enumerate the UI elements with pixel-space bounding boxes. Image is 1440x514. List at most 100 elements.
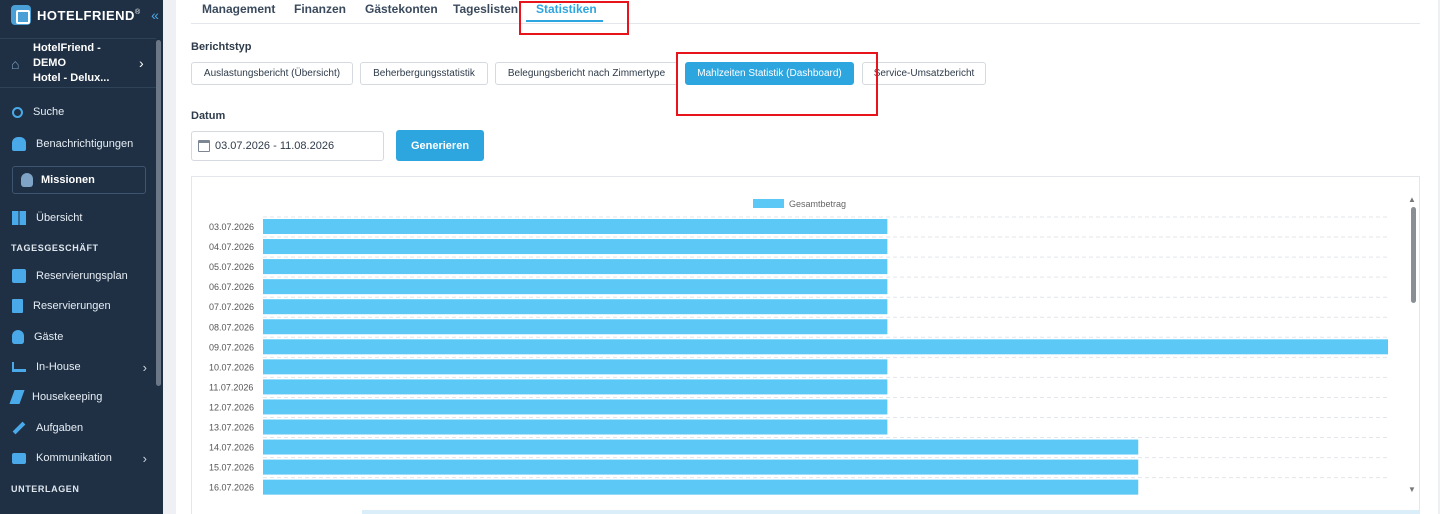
sidebar-item-label: Benachrichtigungen: [36, 138, 134, 150]
sidebar-item-label: Aufgaben: [36, 422, 84, 434]
category-label: 13.07.2026: [209, 423, 254, 433]
legend-swatch: [753, 199, 784, 208]
bar: [263, 299, 888, 315]
hotel-name-line2: Hotel - Delux...: [33, 71, 110, 84]
tab-bar: Management Finanzen Gästekonten Tageslis…: [191, 0, 1420, 24]
sidebar-item-reservierungsplan[interactable]: Reservierungsplan: [0, 264, 156, 288]
cart-icon: [12, 362, 26, 372]
date-range-value: 03.07.2026 - 11.08.2026: [215, 140, 335, 152]
category-label: 04.07.2026: [209, 242, 254, 252]
sidebar-item-gaeste[interactable]: Gäste: [0, 325, 156, 349]
brand-name: HOTELFRIEND: [37, 7, 135, 23]
sidebar-item-housekeeping[interactable]: Housekeeping: [0, 385, 156, 409]
user-icon: [12, 330, 24, 344]
report-option-beherbergungsstatistik[interactable]: Beherbergungsstatistik: [360, 62, 488, 85]
sidebar-item-label: Übersicht: [36, 212, 83, 224]
sidebar-item-reservierungen[interactable]: Reservierungen: [0, 294, 156, 318]
chevron-right-icon: ›: [139, 55, 144, 71]
sidebar-item-aufgaben[interactable]: Aufgaben: [0, 416, 156, 440]
hotelfriend-logo-icon: [11, 5, 31, 25]
bar: [263, 339, 1388, 355]
sidebar-scrollbar[interactable]: [156, 40, 161, 386]
dashboard-icon: [12, 211, 26, 225]
category-label: 09.07.2026: [209, 342, 254, 352]
horizontal-scrollbar[interactable]: [362, 510, 1420, 514]
tab-finanzen[interactable]: Finanzen: [294, 2, 346, 16]
section-tagesgeschaeft: TAGESGESCHÄFT: [11, 243, 99, 253]
wrench-icon: [12, 421, 26, 435]
search-icon: [12, 106, 23, 118]
category-label: 14.07.2026: [209, 443, 254, 453]
tab-tageslisten[interactable]: Tageslisten: [453, 2, 518, 16]
section-unterlagen: UNTERLAGEN: [11, 484, 80, 494]
calendar-icon: [12, 269, 26, 283]
calendar-icon: [198, 140, 210, 152]
bar: [263, 419, 888, 435]
chart-scrollbar-thumb[interactable]: [1411, 207, 1416, 303]
report-option-belegungsbericht[interactable]: Belegungsbericht nach Zimmertype: [495, 62, 678, 85]
bar: [263, 379, 888, 395]
date-range-input[interactable]: 03.07.2026 - 11.08.2026: [191, 131, 384, 161]
category-label: 08.07.2026: [209, 322, 254, 332]
tab-gaestekonten[interactable]: Gästekonten: [365, 2, 438, 16]
category-label: 11.07.2026: [209, 382, 253, 392]
bar: [263, 399, 888, 415]
scroll-down-icon[interactable]: ▼: [1408, 485, 1416, 494]
bar: [263, 239, 888, 255]
tab-management[interactable]: Management: [202, 2, 275, 16]
report-option-auslastungsbericht[interactable]: Auslastungsbericht (Übersicht): [191, 62, 353, 85]
sidebar-item-suche[interactable]: Suche: [0, 100, 156, 124]
sidebar-item-in-house[interactable]: In-House ›: [0, 355, 156, 379]
highlight-box: [519, 1, 629, 35]
brand[interactable]: HOTELFRIEND ® «: [0, 0, 163, 30]
chart-container: Gesamtbetrag 03.07.2026 04.07.2026 05.07.20…: [191, 176, 1420, 514]
category-label: 03.07.2026: [209, 222, 254, 232]
sidebar-item-kommunikation[interactable]: Kommunikation ›: [0, 446, 156, 470]
sidebar: HOTELFRIEND ® « ⌂ HotelFriend - DEMO Hote…: [0, 0, 163, 514]
category-label: 06.07.2026: [209, 282, 254, 292]
report-option-service-umsatzbericht[interactable]: Service-Umsatzbericht: [862, 62, 986, 85]
award-icon: [21, 173, 33, 187]
bar: [263, 259, 888, 275]
chat-icon: [12, 452, 26, 464]
bar: [263, 319, 888, 335]
bar: [263, 359, 888, 375]
bar: [263, 279, 888, 295]
legend-label: Gesamtbetrag: [789, 199, 846, 209]
berichtstyp-label: Berichtstyp: [191, 41, 252, 53]
broom-icon: [9, 390, 25, 404]
sidebar-item-label: In-House: [36, 361, 81, 373]
category-label: 15.07.2026: [209, 463, 254, 473]
bell-icon: [12, 137, 26, 151]
sidebar-item-label: Suche: [33, 106, 65, 118]
category-label: 07.07.2026: [209, 302, 254, 312]
main-content: Management Finanzen Gästekonten Tageslis…: [176, 0, 1438, 514]
category-label: 10.07.2026: [209, 362, 254, 372]
sidebar-item-uebersicht[interactable]: Übersicht: [0, 206, 156, 230]
bar: [263, 219, 888, 234]
bar: [263, 459, 1139, 475]
bar-chart: Gesamtbetrag 03.07.2026 04.07.2026 05.07.20…: [209, 199, 1388, 495]
datum-label: Datum: [191, 110, 226, 122]
document-icon: [12, 299, 23, 313]
sidebar-item-missionen[interactable]: Missionen: [12, 166, 146, 194]
hotel-name-line1: HotelFriend - DEMO: [33, 41, 101, 69]
category-label: 05.07.2026: [209, 262, 254, 272]
sidebar-item-label: Gäste: [34, 331, 64, 343]
hotel-selector[interactable]: ⌂ HotelFriend - DEMO Hotel - Delux... ›: [0, 38, 156, 88]
sidebar-item-label: Reservierungen: [33, 300, 111, 312]
brand-registered: ®: [134, 8, 141, 16]
highlight-box: [676, 52, 878, 116]
home-icon: ⌂: [11, 56, 20, 72]
chevron-right-icon: ›: [142, 359, 147, 375]
sidebar-item-benachrichtigungen[interactable]: Benachrichtigungen: [0, 132, 156, 156]
sidebar-item-label: Kommunikation: [36, 452, 112, 464]
sidebar-item-label: Housekeeping: [32, 391, 103, 403]
bar: [263, 439, 1139, 455]
scroll-up-icon[interactable]: ▲: [1408, 195, 1416, 204]
chevron-right-icon: ›: [142, 450, 147, 466]
generate-button[interactable]: Generieren: [396, 130, 484, 161]
double-chevron-left-icon[interactable]: «: [151, 7, 159, 23]
category-label: 12.07.2026: [209, 402, 254, 412]
sidebar-item-label: Reservierungsplan: [36, 270, 128, 282]
